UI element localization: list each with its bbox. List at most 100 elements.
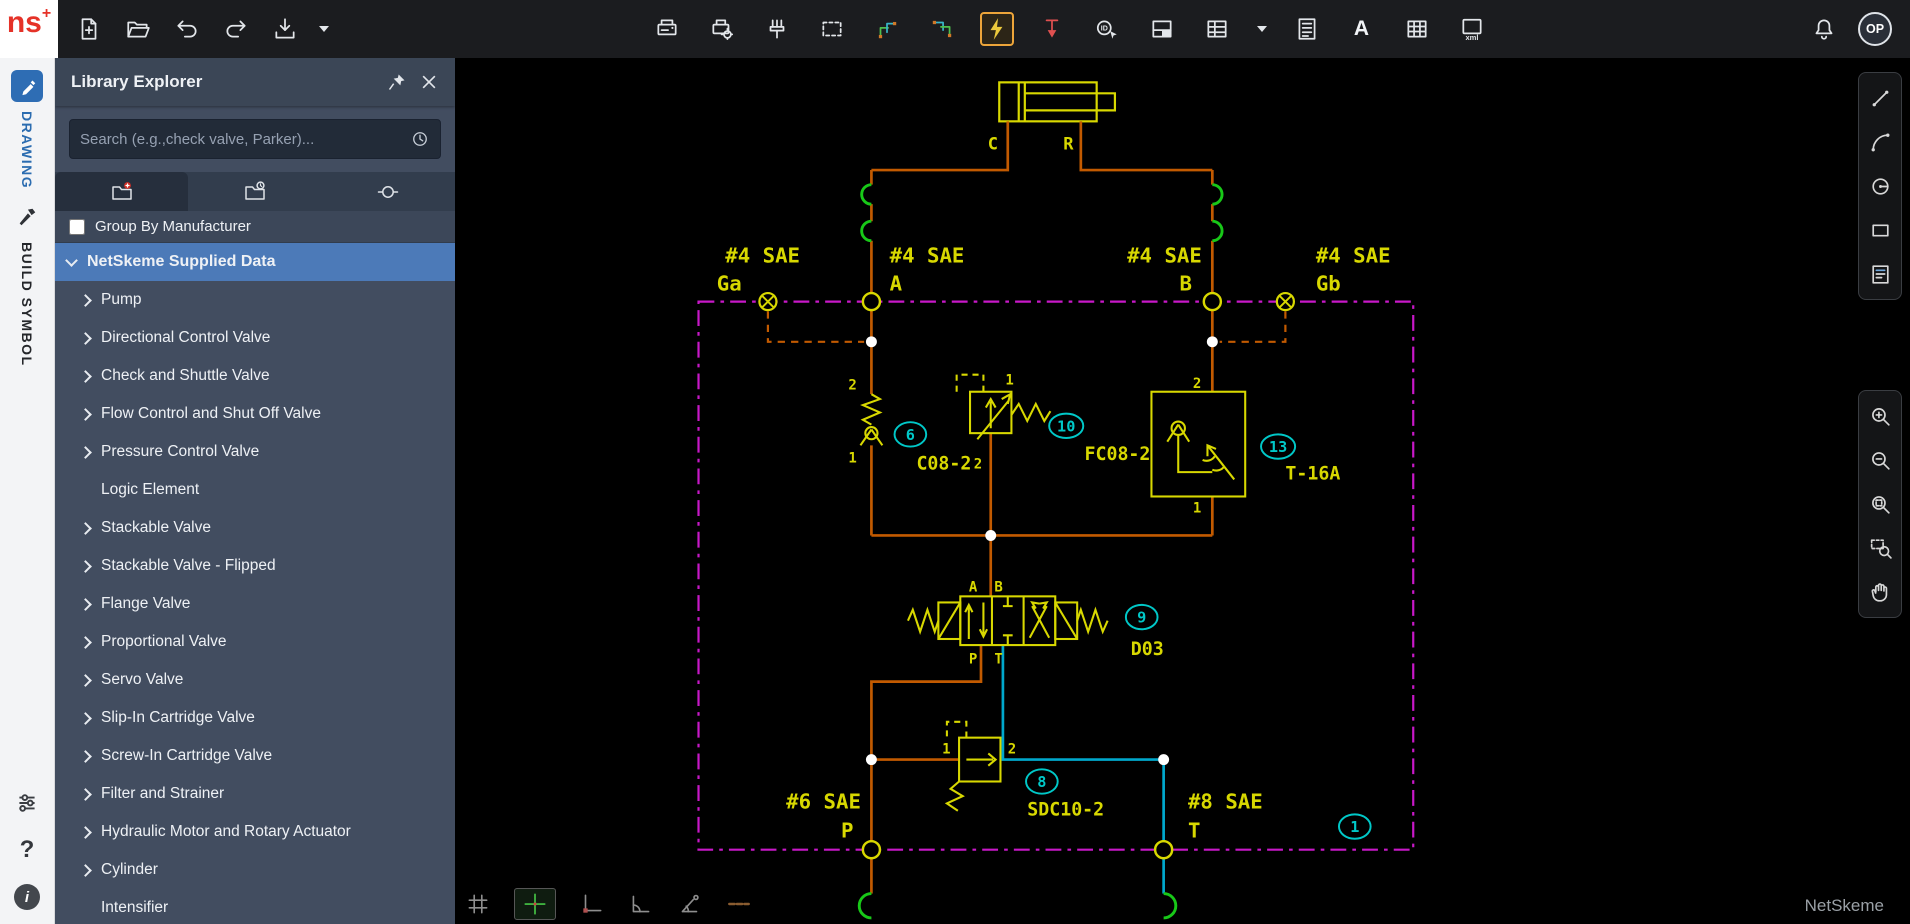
library-search-section: [55, 106, 455, 172]
table-view-button[interactable]: [1200, 12, 1234, 46]
zoom-out-button[interactable]: [1862, 441, 1898, 479]
angle-reference-button[interactable]: [628, 891, 654, 917]
test-point-ga[interactable]: [759, 293, 776, 310]
tree-item[interactable]: Intensifier: [55, 889, 455, 924]
port-a[interactable]: [863, 293, 880, 310]
plotter-button[interactable]: [650, 12, 684, 46]
sheet-panel-button[interactable]: [1145, 12, 1179, 46]
save-options-button[interactable]: [317, 12, 331, 46]
zoom-in-button[interactable]: [1862, 397, 1898, 435]
test-point-gb[interactable]: [1277, 293, 1294, 310]
new-drawing-button[interactable]: [72, 12, 106, 46]
tree-item[interactable]: Servo Valve: [55, 661, 455, 699]
app-logo[interactable]: ns+: [0, 0, 58, 58]
tree-root-label: NetSkeme Supplied Data: [87, 253, 276, 271]
tree-item[interactable]: Pump: [55, 281, 455, 319]
drawing-canvas[interactable]: C R: [455, 58, 1910, 924]
draw-line-button[interactable]: [1862, 79, 1898, 117]
plumb-point-button[interactable]: [1035, 12, 1069, 46]
tree-item[interactable]: Flange Valve: [55, 585, 455, 623]
zoom-extents-button[interactable]: [1862, 485, 1898, 523]
tree-item[interactable]: Filter and Strainer: [55, 775, 455, 813]
tab-recent-libraries[interactable]: [188, 172, 321, 211]
port-p[interactable]: [863, 841, 880, 858]
tree-item[interactable]: Stackable Valve: [55, 509, 455, 547]
tree-root-netskeme-data[interactable]: NetSkeme Supplied Data: [55, 243, 455, 281]
tree-item[interactable]: Screw-In Cartridge Valve: [55, 737, 455, 775]
redo-button[interactable]: [219, 12, 253, 46]
cylinder-symbol[interactable]: [999, 82, 1115, 121]
search-history-icon[interactable]: [410, 129, 430, 149]
help-button[interactable]: ?: [20, 836, 35, 864]
crosshair-snap-button[interactable]: [514, 888, 556, 920]
component-c08-2[interactable]: [860, 394, 882, 445]
balloon-t16a[interactable]: 13: [1261, 434, 1295, 458]
c08-port-1: 1: [848, 450, 856, 466]
component-t-16a[interactable]: [1151, 392, 1245, 497]
tree-item[interactable]: Proportional Valve: [55, 623, 455, 661]
tree-item[interactable]: Flow Control and Shut Off Valve: [55, 395, 455, 433]
balloon-c08-2[interactable]: 6: [895, 422, 927, 446]
balloon-fc08-2[interactable]: 10: [1049, 414, 1083, 438]
rail-tab-build-symbol[interactable]: BUILD SYMBOL: [11, 201, 43, 367]
bom-list-button[interactable]: [1290, 12, 1324, 46]
c08-port-2: 2: [848, 377, 856, 393]
draw-rectangle-button[interactable]: [1862, 211, 1898, 249]
ortho-corner-button[interactable]: [579, 891, 605, 917]
route-preview-button[interactable]: [925, 12, 959, 46]
component-fc08-2[interactable]: [957, 375, 1051, 440]
auto-route-button[interactable]: [980, 12, 1014, 46]
polar-tracking-button[interactable]: [677, 891, 703, 917]
tree-item[interactable]: Logic Element: [55, 471, 455, 509]
pin-panel-button[interactable]: [381, 66, 413, 98]
table-view-options-button[interactable]: [1255, 12, 1269, 46]
tree-item[interactable]: Cylinder: [55, 851, 455, 889]
group-by-checkbox[interactable]: [69, 219, 85, 235]
grid-table-button[interactable]: [1400, 12, 1434, 46]
pan-button[interactable]: [1862, 573, 1898, 611]
notifications-button[interactable]: [1807, 12, 1841, 46]
library-search-input[interactable]: [80, 131, 410, 148]
open-drawing-button[interactable]: [121, 12, 155, 46]
tree-item-label: Pump: [101, 291, 142, 309]
user-avatar[interactable]: OP: [1858, 12, 1892, 46]
sheet-notes-button[interactable]: [1862, 255, 1898, 293]
close-panel-button[interactable]: [413, 66, 445, 98]
terminal-strip-button[interactable]: [760, 12, 794, 46]
assign-id-button[interactable]: ID: [1090, 12, 1124, 46]
tree-item[interactable]: Hydraulic Motor and Rotary Actuator: [55, 813, 455, 851]
save-download-button[interactable]: [268, 12, 302, 46]
balloon-sdc10-2[interactable]: 8: [1026, 769, 1058, 793]
undo-button[interactable]: [170, 12, 204, 46]
tab-symbol-components[interactable]: [322, 172, 455, 211]
info-button[interactable]: i: [14, 884, 40, 910]
rail-tab-drawing[interactable]: DRAWING: [11, 70, 43, 189]
tree-item[interactable]: Slip-In Cartridge Valve: [55, 699, 455, 737]
search-box: [69, 119, 441, 159]
route-orthogonal-button[interactable]: [870, 12, 904, 46]
plotter-settings-button[interactable]: [705, 12, 739, 46]
port-b[interactable]: [1204, 293, 1221, 310]
settings-sliders-button[interactable]: [14, 790, 40, 816]
balloon-item-1[interactable]: 1: [1339, 814, 1371, 838]
zoom-window-button[interactable]: [1862, 529, 1898, 567]
balloon-d03[interactable]: 9: [1126, 605, 1158, 629]
xml-export-button[interactable]: xml: [1455, 12, 1489, 46]
tree-item[interactable]: Directional Control Valve: [55, 319, 455, 357]
component-sdc10-2[interactable]: [947, 722, 1001, 811]
tree-item[interactable]: Check and Shuttle Valve: [55, 357, 455, 395]
draw-circle-button[interactable]: [1862, 167, 1898, 205]
draw-arc-button[interactable]: [1862, 123, 1898, 161]
text-tool-button[interactable]: A: [1345, 12, 1379, 46]
tree-item[interactable]: Pressure Control Valve: [55, 433, 455, 471]
grid-toggle-button[interactable]: [465, 891, 491, 917]
balloon-number: 10: [1057, 417, 1075, 435]
component-d03[interactable]: [908, 596, 1108, 645]
schematic-canvas[interactable]: C R: [455, 58, 1910, 924]
port-t[interactable]: [1155, 841, 1172, 858]
selection-box-button[interactable]: [815, 12, 849, 46]
tree-item[interactable]: Stackable Valve - Flipped: [55, 547, 455, 585]
tab-library-files[interactable]: [55, 172, 188, 211]
segment-style-button[interactable]: [726, 891, 752, 917]
manifold-boundary[interactable]: [699, 302, 1414, 850]
